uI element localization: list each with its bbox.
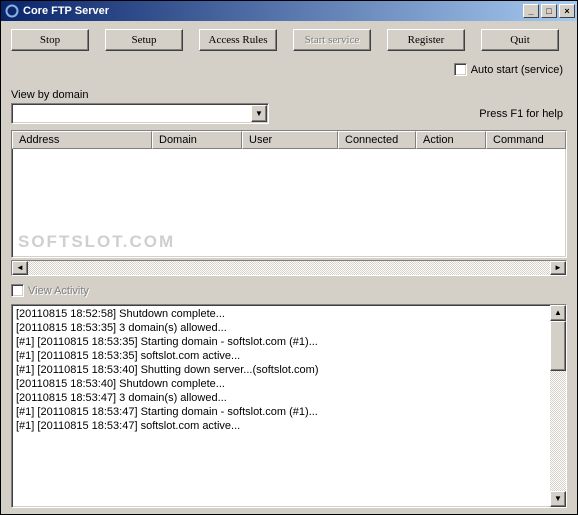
combo-row: ▼ Press F1 for help	[11, 103, 567, 124]
log-line: [#1] [20110815 18:53:35] softslot.com ac…	[16, 349, 546, 363]
autostart-row: Auto start (service)	[11, 57, 567, 89]
scroll-right-icon[interactable]: ►	[550, 261, 566, 275]
view-activity-row: View Activity	[11, 284, 567, 300]
window-title: Core FTP Server	[23, 5, 521, 17]
close-button[interactable]: ×	[559, 4, 575, 18]
register-button[interactable]: Register	[387, 29, 465, 51]
watermark: SOFTSLOT.COM	[18, 232, 175, 252]
checkbox-box[interactable]	[11, 284, 24, 297]
checkbox-box[interactable]	[454, 63, 467, 76]
start-service-button: Start service	[293, 29, 371, 51]
scroll-left-icon[interactable]: ◄	[12, 261, 28, 275]
grid-body: SOFTSLOT.COM	[12, 149, 566, 257]
access-rules-button[interactable]: Access Rules	[199, 29, 277, 51]
chevron-down-icon[interactable]: ▼	[251, 105, 267, 122]
col-action[interactable]: Action	[416, 131, 486, 149]
view-by-domain-label: View by domain	[11, 89, 567, 101]
app-window: Core FTP Server _ □ × Stop Setup Access …	[0, 0, 578, 515]
connections-grid: Address Domain User Connected Action Com…	[11, 130, 567, 258]
log-line: [20110815 18:52:58] Shutdown complete...	[16, 307, 546, 321]
auto-start-label: Auto start (service)	[471, 64, 563, 76]
maximize-button[interactable]: □	[541, 4, 557, 18]
stop-button[interactable]: Stop	[11, 29, 89, 51]
titlebar[interactable]: Core FTP Server _ □ ×	[1, 1, 577, 21]
view-activity-checkbox[interactable]: View Activity	[11, 284, 89, 297]
help-text: Press F1 for help	[479, 108, 567, 120]
col-command[interactable]: Command	[486, 131, 566, 149]
log-line: [#1] [20110815 18:53:47] softslot.com ac…	[16, 419, 546, 433]
scroll-down-icon[interactable]: ▼	[550, 491, 566, 507]
domain-combo[interactable]: ▼	[11, 103, 269, 124]
log-line: [20110815 18:53:47] 3 domain(s) allowed.…	[16, 391, 546, 405]
col-user[interactable]: User	[242, 131, 338, 149]
scroll-track-v[interactable]	[550, 371, 566, 491]
log-content[interactable]: [20110815 18:52:58] Shutdown complete...…	[12, 305, 550, 507]
domain-combo-input[interactable]	[12, 104, 250, 123]
scroll-track[interactable]	[28, 261, 550, 275]
auto-start-checkbox[interactable]: Auto start (service)	[454, 63, 563, 76]
scroll-thumb[interactable]	[550, 321, 566, 371]
col-address[interactable]: Address	[12, 131, 152, 149]
grid-header: Address Domain User Connected Action Com…	[12, 131, 566, 149]
setup-button[interactable]: Setup	[105, 29, 183, 51]
col-connected[interactable]: Connected	[338, 131, 416, 149]
log-line: [20110815 18:53:40] Shutdown complete...	[16, 377, 546, 391]
col-domain[interactable]: Domain	[152, 131, 242, 149]
log-line: [#1] [20110815 18:53:35] Starting domain…	[16, 335, 546, 349]
activity-log: [20110815 18:52:58] Shutdown complete...…	[11, 304, 567, 508]
client-area: Stop Setup Access Rules Start service Re…	[1, 21, 577, 514]
scroll-up-icon[interactable]: ▲	[550, 305, 566, 321]
minimize-button[interactable]: _	[523, 4, 539, 18]
log-vscroll[interactable]: ▲ ▼	[550, 305, 566, 507]
view-activity-label: View Activity	[28, 285, 89, 297]
grid-hscroll[interactable]: ◄ ►	[11, 260, 567, 276]
log-line: [#1] [20110815 18:53:40] Shutting down s…	[16, 363, 546, 377]
log-line: [20110815 18:53:35] 3 domain(s) allowed.…	[16, 321, 546, 335]
quit-button[interactable]: Quit	[481, 29, 559, 51]
app-icon	[5, 4, 19, 18]
log-line: [#1] [20110815 18:53:47] Starting domain…	[16, 405, 546, 419]
toolbar: Stop Setup Access Rules Start service Re…	[11, 29, 567, 51]
